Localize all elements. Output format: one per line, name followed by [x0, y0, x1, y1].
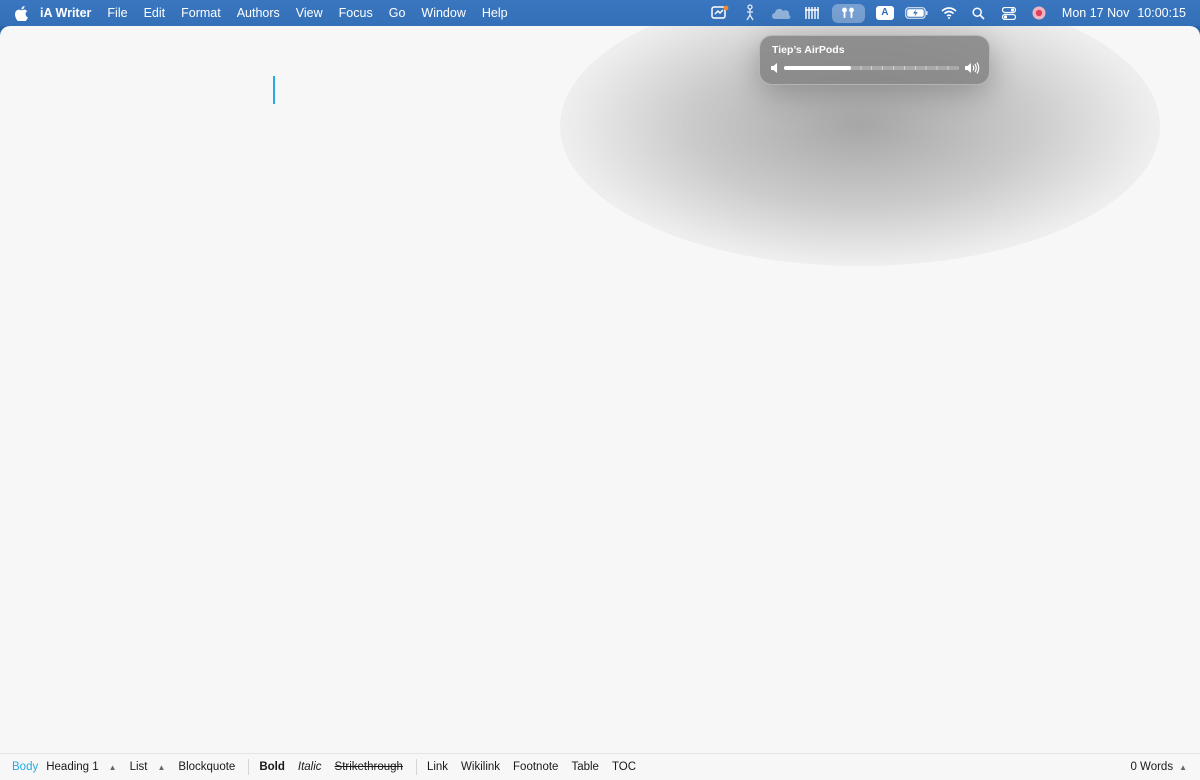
cloud-icon[interactable]	[770, 3, 792, 23]
speaker-high-icon	[965, 62, 980, 74]
menu-help[interactable]: Help	[474, 0, 516, 26]
figure-icon[interactable]	[740, 3, 760, 23]
speaker-low-icon	[771, 63, 777, 73]
format-blockquote-button[interactable]: Blockquote	[178, 761, 235, 773]
screen-annotate-icon[interactable]	[710, 3, 730, 23]
format-heading-label: Heading 1	[46, 761, 99, 773]
menubar-clock[interactable]: Mon 17 Nov 10:00:15	[1062, 6, 1186, 20]
format-bar: Body Heading 1 ▲︎ List ▲︎ Blockquote Bol…	[0, 753, 1200, 780]
chevron-updown-icon: ▲︎	[1179, 762, 1187, 772]
format-italic-button[interactable]: Italic	[298, 761, 322, 773]
app-name-menu[interactable]: iA Writer	[28, 0, 99, 26]
format-table-button[interactable]: Table	[571, 761, 599, 773]
menu-view[interactable]: View	[288, 0, 331, 26]
chevron-updown-icon: ▲︎	[108, 762, 117, 772]
control-center-icon[interactable]	[999, 3, 1019, 23]
battery-icon[interactable]	[905, 3, 929, 23]
utensils-icon[interactable]	[802, 3, 822, 23]
search-icon[interactable]	[969, 3, 989, 23]
format-separator	[248, 759, 250, 775]
format-list-select[interactable]: List ▲︎	[130, 761, 166, 773]
menu-format[interactable]: Format	[173, 0, 229, 26]
apple-menu-icon[interactable]	[14, 0, 28, 26]
format-link-button[interactable]: Link	[427, 761, 448, 773]
volume-slider-fill	[784, 66, 851, 70]
airpods-icon[interactable]	[831, 3, 865, 23]
format-heading-select[interactable]: Heading 1 ▲︎	[46, 761, 116, 773]
format-list-label: List	[129, 761, 148, 773]
menu-edit[interactable]: Edit	[136, 0, 174, 26]
format-toc-button[interactable]: TOC	[612, 761, 636, 773]
menu-focus[interactable]: Focus	[331, 0, 381, 26]
input-source-letter: A	[875, 6, 894, 20]
menu-file[interactable]: File	[99, 0, 135, 26]
volume-slider[interactable]	[784, 66, 959, 70]
menu-bar-status-area: A Mon 17 Nov 10:00:15	[705, 0, 1200, 26]
format-body-button[interactable]: Body	[12, 761, 38, 773]
format-separator	[415, 759, 417, 775]
wifi-icon[interactable]	[939, 3, 959, 23]
volume-device-name: Tiep’s AirPods	[772, 44, 845, 56]
word-count-label: 0 Words	[1130, 761, 1174, 773]
text-cursor	[273, 76, 275, 104]
editor-window[interactable]: Body Heading 1 ▲︎ List ▲︎ Blockquote Bol…	[0, 26, 1200, 780]
input-source-icon[interactable]: A	[875, 3, 895, 23]
format-footnote-button[interactable]: Footnote	[513, 761, 558, 773]
chevron-updown-icon: ▲︎	[157, 762, 166, 772]
menubar-date: Mon 17 Nov	[1061, 6, 1130, 20]
menu-bar: iA Writer File Edit Format Authors View …	[0, 0, 1200, 26]
menu-go[interactable]: Go	[381, 0, 414, 26]
word-count-select[interactable]: 0 Words ▲︎	[1130, 761, 1187, 773]
menubar-time: 10:00:15	[1137, 6, 1186, 20]
format-bold-button[interactable]: Bold	[259, 761, 285, 773]
volume-popover: Tiep’s AirPods	[759, 35, 990, 85]
menu-authors[interactable]: Authors	[229, 0, 288, 26]
menu-window[interactable]: Window	[413, 0, 473, 26]
format-wikilink-button[interactable]: Wikilink	[461, 761, 500, 773]
user-avatar-icon[interactable]	[1029, 3, 1049, 23]
menu-bar-left: iA Writer File Edit Format Authors View …	[0, 0, 516, 26]
format-strikethrough-button[interactable]: Strikethrough	[335, 761, 403, 773]
